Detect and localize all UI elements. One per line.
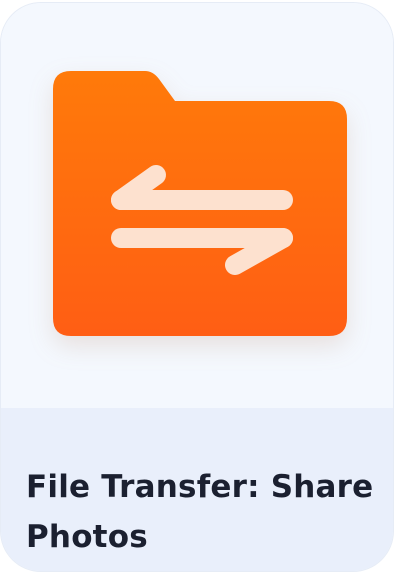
folder-transfer-icon — [53, 71, 347, 336]
app-title: File Transfer: Share Photos — [26, 469, 374, 555]
app-card[interactable]: File Transfer: Share Photos — [1, 3, 393, 571]
app-caption: File Transfer: Share Photos — [1, 408, 393, 571]
app-icon-area — [1, 3, 393, 408]
